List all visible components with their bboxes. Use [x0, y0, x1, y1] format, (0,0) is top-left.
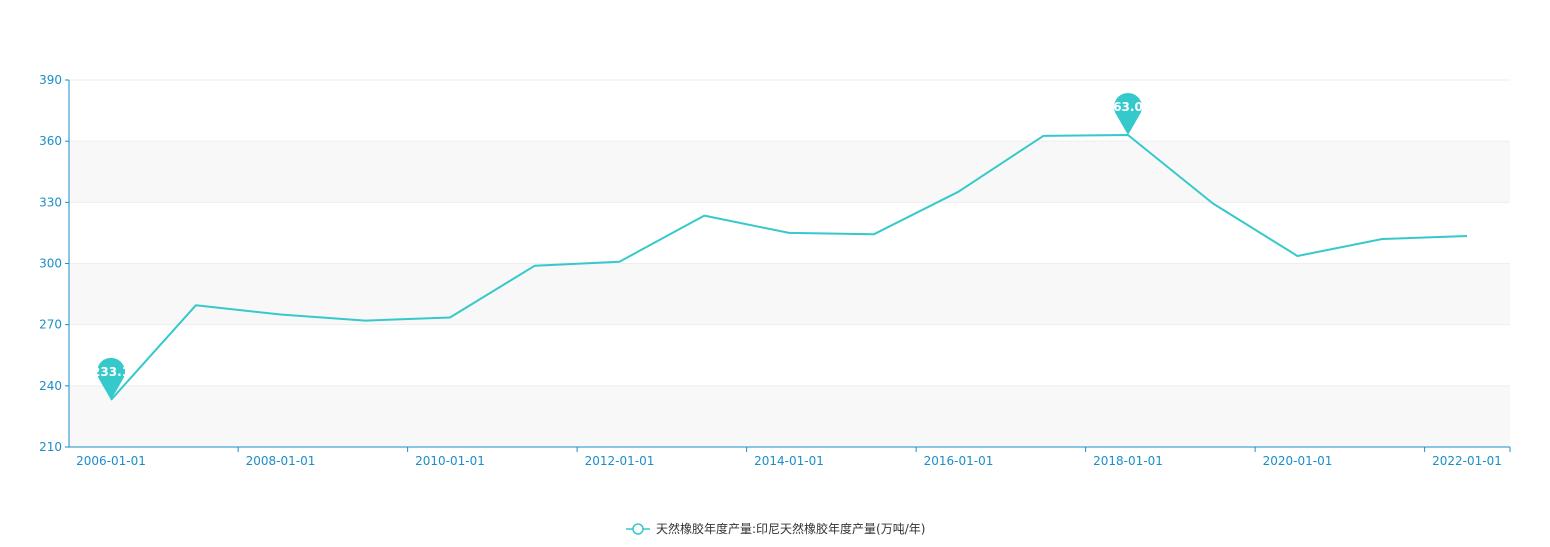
x-tick-label: 2010-01-01: [415, 454, 485, 468]
x-tick-label: 2020-01-01: [1263, 454, 1333, 468]
pin-marker-label: 363.03: [1105, 100, 1151, 114]
y-tick-label: 360: [39, 134, 62, 148]
x-tick-label: 2016-01-01: [924, 454, 994, 468]
x-tick-label: 2018-01-01: [1093, 454, 1163, 468]
y-tick-label: 270: [39, 318, 62, 332]
y-tick-label: 390: [39, 73, 62, 87]
grid-band: [69, 141, 1510, 203]
y-tick-label: 210: [39, 440, 62, 454]
legend-series-label: 天然橡胶年度产量:印尼天然橡胶年度产量(万吨/年): [656, 521, 925, 536]
pin-marker-label: 233.1: [92, 365, 130, 379]
x-tick-label: 2008-01-01: [246, 454, 316, 468]
x-tick-label: 2014-01-01: [754, 454, 824, 468]
y-tick-label: 330: [39, 195, 62, 209]
y-tick-label: 240: [39, 379, 62, 393]
x-axis: 2006-01-01 2008-01-01 2010-01-01 2012-01-01…: [69, 446, 1511, 468]
grid-band: [69, 385, 1510, 447]
legend[interactable]: 天然橡胶年度产量:印尼天然橡胶年度产量(万吨/年): [626, 521, 925, 536]
y-tick-label: 300: [39, 257, 62, 271]
legend-circle-icon: [632, 523, 644, 535]
line-chart: 210 240 270 300 330 360 390 2006-01-01 2008-01-…: [39, 73, 1511, 536]
y-axis: 210 240 270 300 330 360 390: [39, 73, 70, 454]
grid-band: [69, 80, 1510, 142]
x-tick-label: 2022-01-01: [1432, 454, 1502, 468]
grid-band: [69, 324, 1510, 386]
x-tick-label: 2006-01-01: [76, 454, 146, 468]
x-tick-label: 2012-01-01: [585, 454, 655, 468]
